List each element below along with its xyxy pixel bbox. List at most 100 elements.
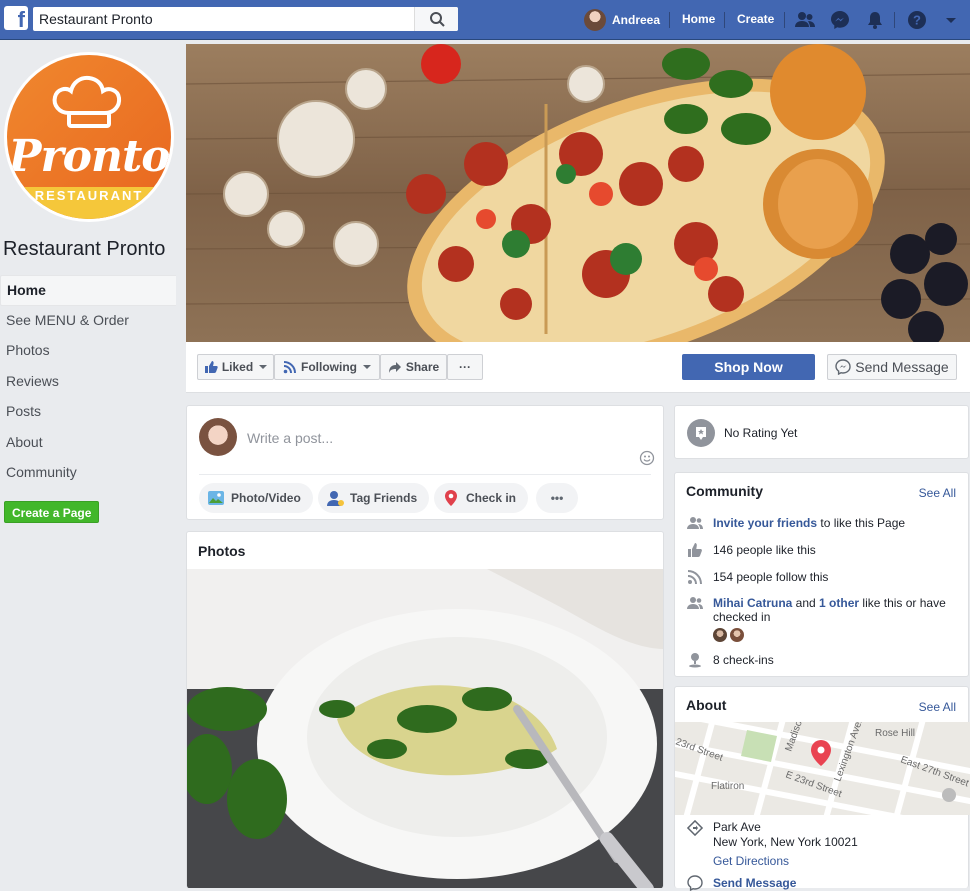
share-button[interactable]: Share <box>380 354 447 380</box>
directions-icon <box>687 820 703 836</box>
invite-rest-text: to like this Page <box>817 516 906 530</box>
about-title[interactable]: About <box>686 697 726 713</box>
nav-divider <box>894 12 895 28</box>
avatar <box>584 9 606 31</box>
liked-button[interactable]: Liked <box>197 354 274 380</box>
top-bar: f Andreea Home Create ? <box>0 0 970 40</box>
search-icon <box>430 12 445 27</box>
location-pin-icon <box>445 490 457 506</box>
other-friends-link[interactable]: 1 other <box>819 596 859 610</box>
sidebar-item-reviews[interactable]: Reviews <box>0 367 176 398</box>
logo-subtext: RESTAURANT <box>34 188 144 203</box>
photo-video-label: Photo/Video <box>231 491 301 505</box>
photo-video-button[interactable]: Photo/Video <box>199 483 313 513</box>
following-button[interactable]: Following <box>274 354 380 380</box>
follows-row: 154 people follow this <box>687 570 958 585</box>
about-card: About See All Rose Hill Flatiron Madison… <box>674 686 970 891</box>
shop-now-button[interactable]: Shop Now <box>682 354 815 380</box>
people-icon <box>687 597 703 609</box>
thumbs-up-icon <box>204 361 218 373</box>
pasta-photo[interactable] <box>187 569 663 888</box>
sidebar-item-home[interactable]: Home <box>0 275 176 306</box>
check-in-button[interactable]: Check in <box>434 483 529 513</box>
get-directions-link[interactable]: Get Directions <box>713 854 858 869</box>
cover-photo[interactable] <box>186 44 970 342</box>
create-page-button[interactable]: Create a Page <box>4 501 100 523</box>
account-menu-chevron-down-icon[interactable] <box>940 9 962 31</box>
sidebar-item-posts[interactable]: Posts <box>0 397 176 428</box>
photo-icon <box>208 491 224 505</box>
following-label: Following <box>301 360 357 374</box>
search-box[interactable] <box>33 7 458 31</box>
page-title[interactable]: Restaurant Pronto <box>3 238 165 261</box>
chef-hat-icon <box>52 75 122 128</box>
search-button[interactable] <box>414 7 458 31</box>
tag-friends-label: Tag Friends <box>350 491 418 505</box>
sidebar-item-about[interactable]: About <box>0 428 176 459</box>
notifications-bell-icon[interactable] <box>864 9 886 31</box>
map-label-flatiron: Flatiron <box>711 781 744 792</box>
sidebar-item-community[interactable]: Community <box>0 458 176 489</box>
community-see-all-link[interactable]: See All <box>919 486 956 500</box>
share-arrow-icon <box>388 362 401 373</box>
help-icon[interactable]: ? <box>906 9 928 31</box>
rss-follow-icon <box>687 570 702 585</box>
invite-friends-link[interactable]: Invite your friends <box>713 516 817 530</box>
avatar[interactable] <box>713 628 727 642</box>
avatar[interactable] <box>730 628 744 642</box>
messenger-icon[interactable] <box>829 9 851 31</box>
address-line-2: New York, New York 10021 <box>713 835 858 849</box>
follows-count: 154 people follow this <box>713 570 829 584</box>
nav-divider <box>724 12 725 28</box>
more-composer-options-button[interactable]: ••• <box>536 483 578 513</box>
restaurant-logo: Pronto RESTAURANT <box>7 55 171 219</box>
chevron-down-icon <box>259 365 268 369</box>
logo-text: Pronto <box>8 131 170 182</box>
address-line-1: Park Ave <box>713 820 761 834</box>
rating-text: No Rating Yet <box>724 426 798 440</box>
chevron-down-icon <box>363 365 371 369</box>
page-action-bar: Liked Following Share ··· Shop Now Send … <box>186 342 970 393</box>
photos-title[interactable]: Photos <box>198 543 245 559</box>
location-map[interactable]: Rose Hill Flatiron Madison E 23rd Street… <box>675 722 970 815</box>
community-title[interactable]: Community <box>686 483 763 499</box>
friend-requests-icon[interactable] <box>794 9 816 31</box>
svg-text:?: ? <box>913 13 921 28</box>
send-message-label: Send Message <box>855 359 949 375</box>
sidebar-item-menu-order[interactable]: See MENU & Order <box>0 306 176 337</box>
and-text: and <box>792 596 820 610</box>
map-image: Rose Hill Flatiron Madison E 23rd Street… <box>675 722 970 815</box>
friend-avatars <box>713 628 958 642</box>
rss-following-icon <box>283 361 296 374</box>
page-profile-picture[interactable]: Pronto RESTAURANT <box>4 52 174 222</box>
liked-label: Liked <box>221 360 254 374</box>
tag-friends-button[interactable]: Tag Friends <box>318 483 430 513</box>
sidebar-item-photos[interactable]: Photos <box>0 336 176 367</box>
nav-home-link[interactable]: Home <box>682 12 715 26</box>
check-in-pin-icon <box>689 653 701 668</box>
likes-count: 146 people like this <box>713 543 816 557</box>
more-options-button[interactable]: ··· <box>447 354 483 380</box>
friends-row: Mihai Catruna and 1 other like this or h… <box>687 596 958 642</box>
about-see-all-link[interactable]: See All <box>919 700 956 714</box>
check-in-label: Check in <box>466 491 517 505</box>
facebook-logo-icon[interactable]: f <box>4 6 28 30</box>
divider <box>199 474 651 475</box>
nav-divider <box>669 12 670 28</box>
send-message-button[interactable]: Send Message <box>827 354 957 380</box>
post-composer: Write a post... Photo/Video Tag Friends … <box>186 405 664 520</box>
people-icon <box>687 517 703 529</box>
search-input[interactable] <box>33 7 413 31</box>
nav-create-link[interactable]: Create <box>737 12 774 26</box>
checkins-row: 8 check-ins <box>687 653 958 668</box>
write-post-input[interactable]: Write a post... <box>247 430 333 446</box>
profile-link[interactable]: Andreea <box>584 8 660 32</box>
map-label-rose-hill: Rose Hill <box>875 728 915 739</box>
tag-friends-icon <box>327 491 344 506</box>
likes-row: 146 people like this <box>687 543 958 558</box>
avatar <box>199 418 237 456</box>
address-block: Park Ave New York, New York 10021 Get Di… <box>713 820 858 869</box>
emoji-icon[interactable] <box>639 450 655 466</box>
friend-name-link[interactable]: Mihai Catruna <box>713 596 792 610</box>
nav-divider <box>784 12 785 28</box>
